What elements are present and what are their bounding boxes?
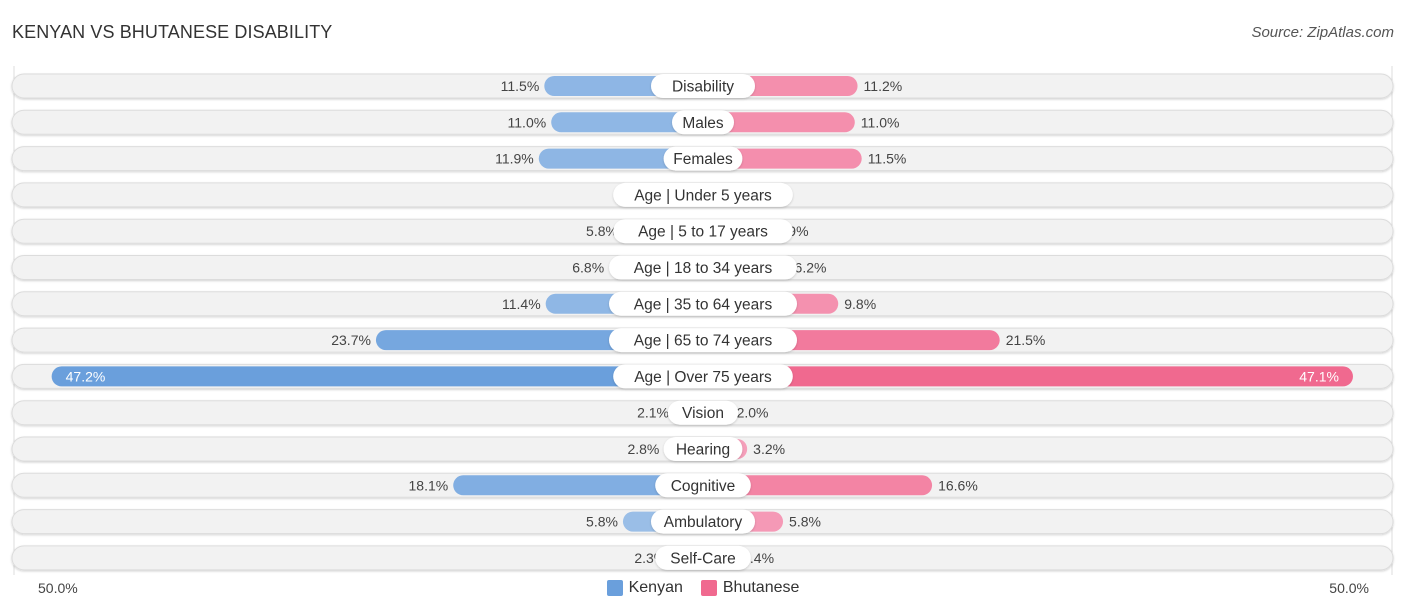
- value-label-kenyan: 2.1%: [637, 405, 669, 421]
- category-label: Females: [673, 151, 733, 168]
- category-label: Age | Under 5 years: [634, 187, 772, 204]
- value-label-kenyan: 11.0%: [508, 114, 547, 130]
- bar-kenyan: [51, 366, 703, 387]
- value-label-kenyan: 6.8%: [572, 260, 604, 276]
- legend-item-kenyan[interactable]: Kenyan: [606, 579, 683, 597]
- chart-area: 11.5% 11.2% Disability 11.0% 11.0% Males 11.9%…: [11, 66, 1394, 575]
- value-label-kenyan: 5.8%: [586, 223, 618, 239]
- category-label: Disability: [672, 79, 734, 96]
- legend-label-bhutanese: Bhutanese: [722, 579, 800, 596]
- category-label: Males: [682, 115, 724, 132]
- bar-bhutanese: [703, 366, 1353, 387]
- category-label: Self-Care: [670, 550, 735, 567]
- value-label-bhutanese: 16.6%: [938, 477, 978, 493]
- category-label: Ambulatory: [664, 514, 743, 531]
- category-label: Age | 5 to 17 years: [638, 224, 768, 241]
- value-label-kenyan: 11.4%: [502, 296, 541, 312]
- value-label-bhutanese: 21.5%: [1006, 332, 1046, 348]
- legend-swatch-bhutanese: [700, 580, 717, 596]
- category-label: Age | 18 to 34 years: [634, 260, 773, 277]
- legend-swatch-kenyan: [606, 580, 623, 596]
- category-label: Hearing: [676, 442, 730, 459]
- category-label: Cognitive: [671, 478, 736, 495]
- legend-item-bhutanese[interactable]: Bhutanese: [700, 579, 800, 597]
- value-label-bhutanese: 11.5%: [868, 151, 907, 167]
- value-label-kenyan: 2.8%: [627, 441, 659, 457]
- value-label-bhutanese: 9.8%: [844, 296, 876, 312]
- value-label-bhutanese: 47.1%: [1299, 368, 1339, 384]
- value-label-bhutanese: 11.0%: [861, 114, 900, 130]
- legend: Kenyan Bhutanese: [0, 579, 1406, 597]
- category-label: Age | Over 75 years: [634, 369, 772, 386]
- value-label-bhutanese: 2.0%: [737, 405, 769, 421]
- legend-label-kenyan: Kenyan: [628, 579, 683, 596]
- value-label-kenyan: 23.7%: [331, 332, 371, 348]
- value-label-kenyan: 18.1%: [409, 477, 449, 493]
- value-label-bhutanese: 11.2%: [864, 78, 903, 94]
- value-label-bhutanese: 3.2%: [753, 441, 785, 457]
- value-label-bhutanese: 6.2%: [795, 260, 827, 276]
- value-label-kenyan: 11.9%: [495, 151, 534, 167]
- value-label-kenyan: 5.8%: [586, 514, 618, 530]
- value-label-bhutanese: 5.8%: [789, 514, 821, 530]
- value-label-kenyan: 11.5%: [501, 78, 540, 94]
- value-label-kenyan: 47.2%: [66, 368, 106, 384]
- category-label: Vision: [682, 405, 724, 422]
- category-label: Age | 65 to 74 years: [634, 333, 773, 350]
- category-label: Age | 35 to 64 years: [634, 296, 773, 313]
